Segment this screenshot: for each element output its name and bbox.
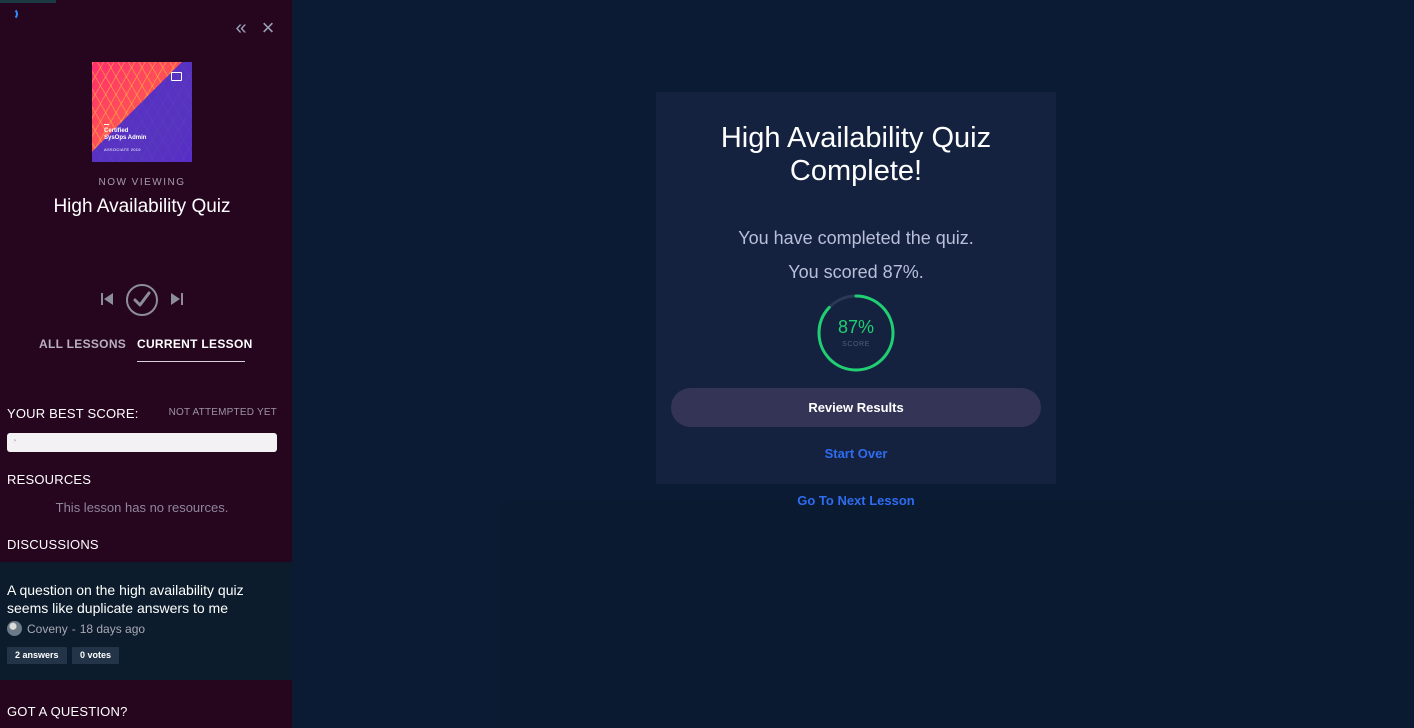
discussion-title[interactable]: A question on the high availability quiz…: [7, 581, 285, 617]
review-results-button[interactable]: Review Results: [671, 388, 1041, 427]
thumbnail-line1: Certified: [104, 128, 129, 134]
avatar: [7, 621, 22, 636]
active-tab-underline: [137, 361, 245, 362]
collapse-sidebar-icon[interactable]: «: [232, 18, 250, 38]
discussion-meta: Coveny - 18 days ago: [7, 621, 145, 636]
start-over-link[interactable]: Start Over: [656, 446, 1056, 461]
thumbnail-dash: [104, 124, 109, 125]
thumbnail-title: Certified SysOps Admin: [104, 128, 146, 142]
meta-separator: -: [71, 621, 76, 636]
score-label: SCORE: [842, 341, 870, 348]
now-viewing-label: NOW VIEWING: [98, 177, 186, 188]
completed-message: You have completed the quiz.: [738, 228, 974, 248]
quiz-complete-card: High Availability Quiz Complete! You hav…: [656, 92, 1056, 484]
discussions-heading: DISCUSSIONS: [7, 537, 99, 552]
next-lesson-icon[interactable]: [170, 292, 184, 306]
resources-heading: RESOURCES: [7, 472, 92, 487]
close-icon[interactable]: ×: [258, 17, 278, 39]
thumbnail-line2: SysOps Admin: [104, 135, 147, 141]
discussion-item[interactable]: A question on the high availability quiz…: [0, 562, 292, 680]
score-percent: 87%: [837, 317, 875, 337]
score-bar-icon: ◔: [11, 436, 18, 447]
best-score-bar: ◔: [7, 433, 277, 452]
discussion-author[interactable]: Coveny: [27, 622, 68, 636]
votes-badge: 0 votes: [72, 647, 120, 664]
top-strip: [0, 0, 56, 3]
main-content: High Availability Quiz Complete! You hav…: [292, 0, 1414, 728]
thumbnail-line3: ASSOCIATE 2019: [104, 147, 141, 152]
answers-badge: 2 answers: [7, 647, 67, 664]
best-score-status: NOT ATTEMPTED YET: [168, 407, 277, 418]
score-message: You scored 87%.: [788, 262, 924, 282]
lesson-controls: [98, 284, 190, 316]
background-shade: [500, 500, 1414, 728]
no-resources-text: This lesson has no resources.: [55, 500, 229, 515]
lesson-sidebar: « × Certified SysOps Admin ASSOCIATE 201…: [0, 0, 292, 728]
course-thumbnail: Certified SysOps Admin ASSOCIATE 2019: [92, 62, 192, 162]
loading-spinner-icon: [6, 8, 18, 20]
score-ring: 87% SCORE: [816, 293, 896, 373]
screen-icon: [171, 72, 182, 81]
tab-current-lesson[interactable]: CURRENT LESSON: [137, 337, 253, 351]
quiz-complete-title: High Availability Quiz Complete!: [720, 122, 992, 187]
got-a-question-heading: GOT A QUESTION?: [7, 704, 128, 719]
previous-lesson-icon[interactable]: [100, 292, 114, 306]
mark-complete-button[interactable]: [126, 284, 158, 316]
best-score-label: YOUR BEST SCORE:: [7, 406, 139, 421]
discussion-time: 18 days ago: [79, 621, 146, 636]
go-to-next-lesson-link[interactable]: Go To Next Lesson: [656, 493, 1056, 508]
checkmark-icon: [133, 291, 151, 307]
lesson-title: High Availability Quiz: [53, 196, 231, 217]
tab-all-lessons[interactable]: ALL LESSONS: [39, 337, 126, 351]
